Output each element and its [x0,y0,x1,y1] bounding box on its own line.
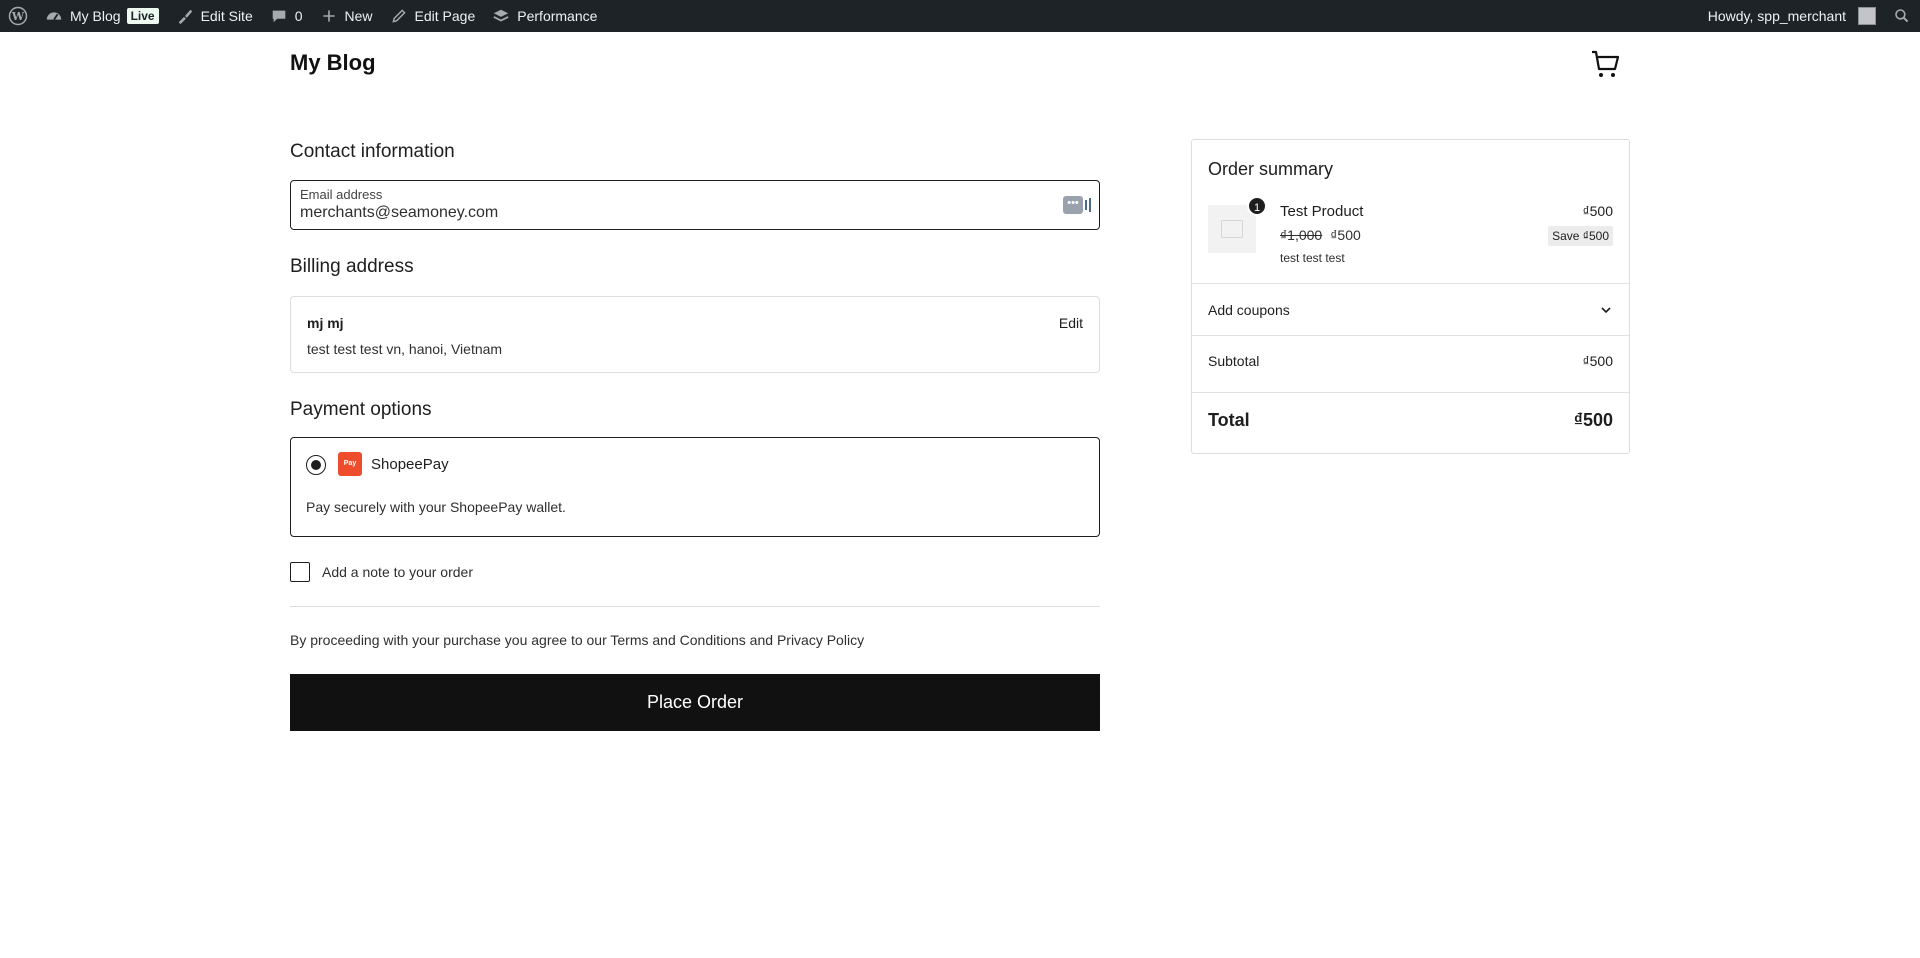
privacy-link[interactable]: Privacy Policy [777,632,864,648]
edit-site-menu[interactable]: Edit Site [167,0,261,32]
new-label: New [344,8,373,24]
new-content-menu[interactable]: New [311,0,381,32]
pencil-icon [389,6,409,26]
order-summary: Order summary 1 Test Product ₫500 ₫1,000… [1191,139,1630,454]
summary-divider [1192,283,1629,284]
password-manager-icon[interactable]: ••• [1063,196,1093,214]
edit-page-menu[interactable]: Edit Page [381,0,484,32]
contact-title: Contact information [290,141,455,162]
subtotal-row: Subtotal ₫500 [1208,353,1613,369]
email-field[interactable]: Email address merchants@seamoney.com ••• [290,180,1100,230]
edit-site-label: Edit Site [200,8,253,24]
comment-icon [269,6,289,26]
terms-middle: and [745,632,777,648]
brush-icon [175,6,195,26]
comments-menu[interactable]: 0 [261,0,311,32]
edit-page-label: Edit Page [414,8,476,24]
subtotal-label: Subtotal [1208,353,1260,369]
order-note-row[interactable]: Add a note to your order [290,562,473,582]
billing-address-card: mj mj test test test vn, hanoi, Vietnam … [290,296,1100,373]
total-row: Total ₫500 [1208,410,1613,431]
image-placeholder-icon [1221,220,1243,238]
total-value: ₫500 [1573,410,1613,430]
billing-address-text: test test test vn, hanoi, Vietnam [307,341,503,357]
product-name: Test Product [1280,203,1364,220]
email-value[interactable]: merchants@seamoney.com [300,204,1090,222]
regular-price: ₫1,000 [1280,227,1323,243]
howdy-label: Howdy, spp_merchant [1707,8,1846,24]
billing-name: mj mj [307,315,344,331]
dashboard-icon [44,6,64,26]
site-name-label: My Blog [70,8,121,24]
sale-price: ₫500 [1330,227,1361,243]
wordpress-logo-menu[interactable]: W [0,0,36,32]
admin-search[interactable] [1884,0,1920,32]
performance-icon [491,6,511,26]
plus-icon [319,6,339,26]
order-note-checkbox[interactable] [290,562,310,582]
payment-description: Pay securely with your ShopeePay wallet. [306,499,566,515]
cart-icon[interactable] [1590,48,1622,80]
payment-method-label: ShopeePay [371,456,449,473]
total-label: Total [1208,410,1250,430]
summary-title: Order summary [1208,159,1334,179]
product-prices: ₫1,000 ₫500 [1280,227,1361,243]
email-label: Email address [300,187,383,202]
account-menu[interactable]: Howdy, spp_merchant [1700,0,1884,32]
place-order-button[interactable]: Place Order [290,674,1100,731]
chevron-down-icon [1601,307,1611,314]
site-name-menu[interactable]: My Blog Live [36,0,167,32]
payment-radio[interactable] [306,455,326,475]
comments-count: 0 [294,8,303,24]
add-coupons-toggle[interactable]: Add coupons [1208,302,1613,318]
order-note-label: Add a note to your order [322,564,473,580]
svg-text:W: W [11,10,25,23]
wordpress-icon: W [8,6,28,26]
summary-divider [1192,392,1629,393]
edit-billing-button[interactable]: Edit [1059,315,1083,331]
product-line-total: ₫500 [1582,203,1613,219]
save-badge: Save ₫500 [1548,226,1613,246]
shopeepay-logo-icon: Pay [338,452,362,476]
live-badge: Live [126,8,159,24]
terms-text: By proceeding with your purchase you agr… [290,632,864,648]
payment-option-shopeepay[interactable]: Pay ShopeePay Pay securely with your Sho… [290,437,1100,537]
divider [290,606,1100,607]
billing-title: Billing address [290,256,414,277]
payment-title: Payment options [290,399,432,420]
terms-prefix: By proceeding with your purchase you agr… [290,632,611,648]
product-description: test test test [1280,251,1345,265]
summary-divider [1192,335,1629,336]
performance-menu[interactable]: Performance [483,0,605,32]
quantity-badge: 1 [1247,196,1267,216]
terms-link[interactable]: Terms and Conditions [610,632,745,648]
admin-bar: W My Blog Live Edit Site 0 New Edit Page [0,0,1920,32]
site-title[interactable]: My Blog [290,50,376,76]
add-coupons-label: Add coupons [1208,302,1290,318]
subtotal-value: ₫500 [1582,353,1613,369]
avatar [1858,7,1876,25]
performance-label: Performance [517,8,598,24]
search-icon [1892,6,1912,26]
